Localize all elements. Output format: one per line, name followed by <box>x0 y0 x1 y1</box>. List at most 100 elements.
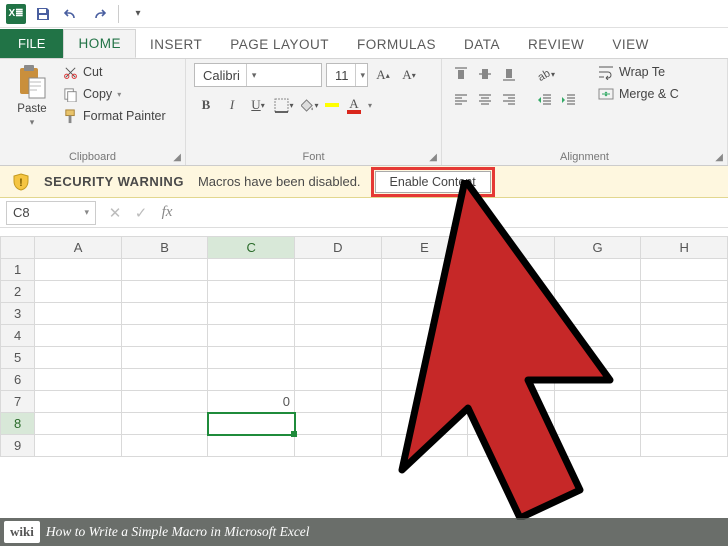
column-header[interactable]: F <box>468 237 555 259</box>
cell[interactable] <box>381 347 468 369</box>
align-center-button[interactable] <box>474 89 496 111</box>
cell[interactable] <box>295 303 382 325</box>
underline-button[interactable]: U▾ <box>246 93 270 117</box>
cell[interactable] <box>35 347 122 369</box>
tab-view[interactable]: VIEW <box>598 31 663 58</box>
cell[interactable] <box>554 391 641 413</box>
cell-c8-selected[interactable] <box>208 413 295 435</box>
redo-icon[interactable] <box>88 3 110 25</box>
formula-input[interactable] <box>180 201 728 225</box>
font-size-combo[interactable]: 11 ▾ <box>326 63 368 87</box>
cell[interactable] <box>381 369 468 391</box>
cell[interactable] <box>641 435 728 457</box>
save-icon[interactable] <box>32 3 54 25</box>
cell[interactable] <box>121 325 208 347</box>
cell[interactable] <box>295 391 382 413</box>
cell[interactable] <box>295 281 382 303</box>
cell[interactable] <box>468 391 555 413</box>
cell[interactable] <box>121 259 208 281</box>
row-header[interactable]: 5 <box>1 347 35 369</box>
cell[interactable] <box>35 435 122 457</box>
undo-icon[interactable] <box>60 3 82 25</box>
cell[interactable] <box>468 325 555 347</box>
cell[interactable] <box>641 347 728 369</box>
merge-center-button[interactable]: Merge & C <box>596 85 681 103</box>
fill-color-button[interactable]: ▾ <box>298 93 322 117</box>
align-middle-button[interactable] <box>474 63 496 85</box>
column-header[interactable]: E <box>381 237 468 259</box>
tab-data[interactable]: DATA <box>450 31 514 58</box>
cell[interactable] <box>121 303 208 325</box>
cell[interactable] <box>554 347 641 369</box>
tab-file[interactable]: FILE <box>0 29 63 58</box>
cell[interactable] <box>295 347 382 369</box>
cell[interactable] <box>554 435 641 457</box>
cell[interactable] <box>295 259 382 281</box>
cell[interactable] <box>641 413 728 435</box>
select-all-corner[interactable] <box>1 237 35 259</box>
cell[interactable] <box>35 281 122 303</box>
name-box[interactable]: C8 ▾ <box>6 201 96 225</box>
column-header[interactable]: H <box>641 237 728 259</box>
format-painter-button[interactable]: Format Painter <box>60 107 168 125</box>
cell[interactable] <box>641 369 728 391</box>
cell[interactable] <box>208 369 295 391</box>
paste-button[interactable]: Paste ▾ <box>8 63 56 128</box>
cell[interactable] <box>35 325 122 347</box>
cell[interactable] <box>121 413 208 435</box>
enter-formula-icon[interactable]: ✓ <box>128 204 154 222</box>
row-header[interactable]: 3 <box>1 303 35 325</box>
cell[interactable] <box>554 259 641 281</box>
cell[interactable] <box>295 325 382 347</box>
row-header[interactable]: 9 <box>1 435 35 457</box>
align-left-button[interactable] <box>450 89 472 111</box>
dialog-launcher-icon[interactable]: ◢ <box>429 152 437 163</box>
tab-home[interactable]: HOME <box>63 29 136 58</box>
cell[interactable] <box>554 325 641 347</box>
bold-button[interactable]: B <box>194 93 218 117</box>
cell[interactable] <box>208 435 295 457</box>
cell[interactable] <box>468 303 555 325</box>
font-color-button[interactable]: A <box>342 93 366 117</box>
align-top-button[interactable] <box>450 63 472 85</box>
cell[interactable] <box>35 391 122 413</box>
borders-button[interactable]: ▾ <box>272 93 296 117</box>
cancel-formula-icon[interactable]: ✕ <box>102 204 128 222</box>
row-header[interactable]: 8 <box>1 413 35 435</box>
cell[interactable] <box>468 259 555 281</box>
cell[interactable] <box>121 281 208 303</box>
cell[interactable] <box>641 325 728 347</box>
cell[interactable] <box>121 391 208 413</box>
cell[interactable] <box>468 281 555 303</box>
cell[interactable] <box>554 369 641 391</box>
tab-page-layout[interactable]: PAGE LAYOUT <box>216 31 343 58</box>
cut-button[interactable]: Cut <box>60 63 168 81</box>
cell[interactable] <box>641 281 728 303</box>
column-header[interactable]: C <box>208 237 295 259</box>
copy-button[interactable]: Copy ▾ <box>60 85 168 103</box>
cell[interactable] <box>554 303 641 325</box>
cell[interactable] <box>381 413 468 435</box>
cell[interactable] <box>468 435 555 457</box>
cell[interactable] <box>468 347 555 369</box>
dialog-launcher-icon[interactable]: ◢ <box>715 152 723 163</box>
cell[interactable] <box>208 259 295 281</box>
decrease-indent-button[interactable] <box>534 89 556 111</box>
cell[interactable] <box>295 413 382 435</box>
cell[interactable] <box>208 303 295 325</box>
cell[interactable] <box>641 391 728 413</box>
increase-indent-button[interactable] <box>558 89 580 111</box>
cell[interactable] <box>295 435 382 457</box>
cell[interactable] <box>35 369 122 391</box>
column-header[interactable]: B <box>121 237 208 259</box>
cell[interactable] <box>35 413 122 435</box>
row-header[interactable]: 2 <box>1 281 35 303</box>
cell[interactable] <box>381 281 468 303</box>
row-header[interactable]: 1 <box>1 259 35 281</box>
tab-formulas[interactable]: FORMULAS <box>343 31 450 58</box>
dialog-launcher-icon[interactable]: ◢ <box>173 152 181 163</box>
cell[interactable] <box>208 325 295 347</box>
row-header[interactable]: 6 <box>1 369 35 391</box>
cell[interactable] <box>554 413 641 435</box>
fx-icon[interactable]: fx <box>154 204 180 221</box>
